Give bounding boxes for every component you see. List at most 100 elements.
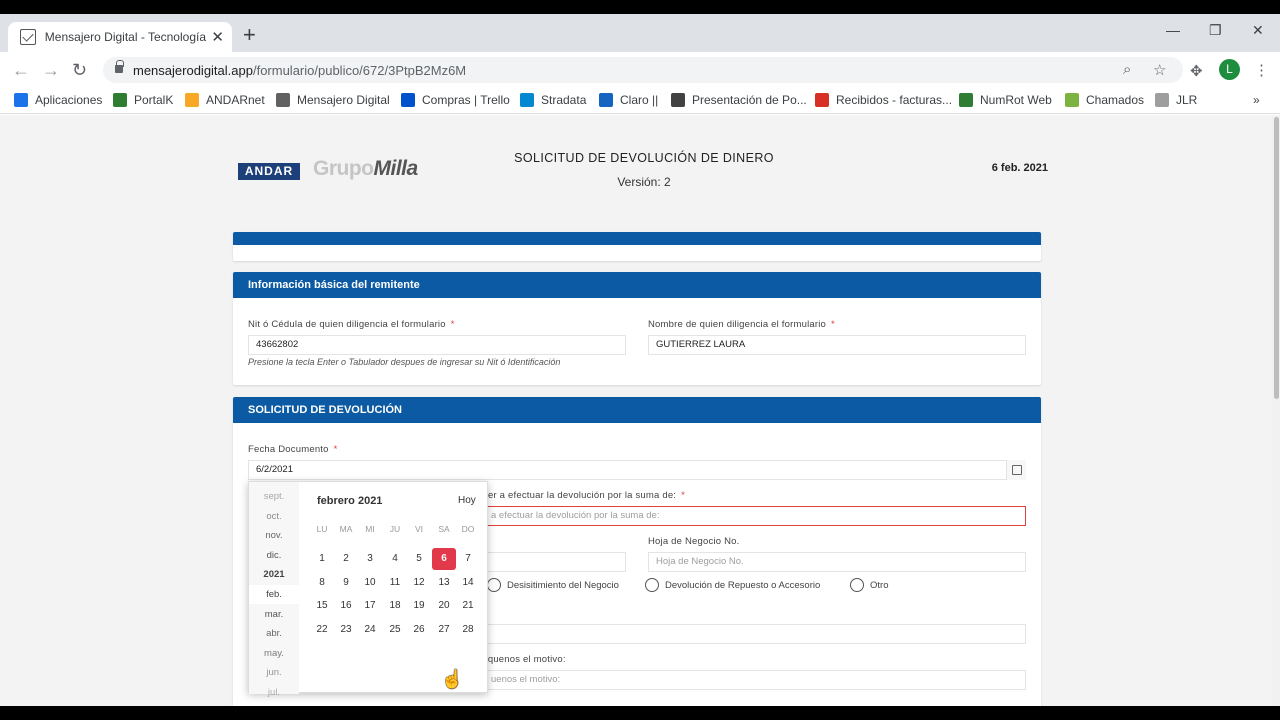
motivo-label: íquenos el motivo: bbox=[485, 654, 566, 665]
radio-otro[interactable]: Otro bbox=[850, 578, 888, 592]
bookmark-item[interactable]: Recibidos - facturas... bbox=[815, 93, 952, 107]
bookmark-item[interactable]: JLR bbox=[1155, 93, 1197, 107]
nombre-input[interactable]: GUTIERREZ LAURA bbox=[648, 335, 1026, 355]
calendar-day[interactable]: 14 bbox=[456, 572, 480, 594]
calendar-day[interactable]: 20 bbox=[432, 595, 456, 617]
datepicker-month-list[interactable]: sept. oct. nov. dic. 2021 feb. mar. abr. may. jun… bbox=[249, 482, 299, 698]
datepicker-month-item[interactable]: dic. bbox=[249, 546, 299, 565]
extensions-icon[interactable]: ✥ bbox=[1190, 62, 1203, 80]
calendar-day[interactable]: 7 bbox=[456, 548, 480, 570]
bookmark-item[interactable]: Chamados bbox=[1065, 93, 1144, 107]
bookmarks-more-icon[interactable]: » bbox=[1253, 93, 1260, 107]
fecha-label: Fecha Documento * bbox=[248, 444, 338, 455]
calendar-day[interactable]: 21 bbox=[456, 595, 480, 617]
datepicker-month-item[interactable]: feb. bbox=[249, 585, 299, 604]
scrollbar-thumb[interactable] bbox=[1274, 117, 1279, 399]
calendar-day[interactable]: 4 bbox=[383, 548, 407, 570]
bookmark-star-icon[interactable]: ☆ bbox=[1153, 61, 1166, 79]
calendar-day[interactable]: 9 bbox=[334, 572, 358, 594]
calendar-day[interactable]: 23 bbox=[334, 619, 358, 641]
radio-circle-icon[interactable] bbox=[487, 578, 501, 592]
otro-input[interactable] bbox=[483, 624, 1026, 644]
calendar-day[interactable]: 16 bbox=[334, 595, 358, 617]
bookmark-item[interactable]: PortalK bbox=[113, 93, 173, 107]
bookmark-label: Chamados bbox=[1086, 93, 1145, 107]
radio-repuesto[interactable]: Devolución de Repuesto o Accesorio bbox=[645, 578, 820, 592]
nit-label: Nit ó Cédula de quien diligencia el form… bbox=[248, 319, 455, 330]
calendar-day[interactable]: 10 bbox=[358, 572, 382, 594]
globe-icon bbox=[671, 93, 685, 107]
top-banner-card bbox=[233, 232, 1041, 261]
datepicker-month-item[interactable]: 2021 bbox=[249, 565, 299, 584]
url-text[interactable]: mensajerodigital.app/formulario/publico/… bbox=[133, 63, 466, 78]
calendar-day[interactable]: 24 bbox=[358, 619, 382, 641]
menu-kebab-icon[interactable]: ⋮ bbox=[1254, 61, 1269, 79]
datepicker-title[interactable]: febrero 2021 bbox=[317, 495, 382, 507]
datepicker-month-item[interactable]: jul. bbox=[249, 683, 299, 702]
datepicker-month-item[interactable]: abr. bbox=[249, 624, 299, 643]
calendar-day[interactable]: 1 bbox=[310, 548, 334, 570]
calendar-day[interactable]: 15 bbox=[310, 595, 334, 617]
bookmark-label: Presentación de Po... bbox=[692, 93, 807, 107]
calendar-day[interactable]: 6 bbox=[432, 548, 456, 570]
browser-tab[interactable]: Mensajero Digital - Tecnología C ✕ bbox=[8, 22, 232, 52]
devolucion-section-title: SOLICITUD DE DEVOLUCIÓN bbox=[233, 397, 1041, 423]
back-arrow-icon[interactable]: ← bbox=[12, 60, 30, 81]
reload-icon[interactable]: ↻ bbox=[72, 60, 87, 81]
datepicker-month-item[interactable]: may. bbox=[249, 644, 299, 663]
bookmark-item[interactable]: Stradata bbox=[520, 93, 586, 107]
radio-circle-icon[interactable] bbox=[850, 578, 864, 592]
calendar-day[interactable]: 19 bbox=[407, 595, 431, 617]
calendar-day[interactable]: 8 bbox=[310, 572, 334, 594]
bookmark-item[interactable]: Aplicaciones bbox=[14, 93, 102, 107]
motivo-input[interactable]: uenos el motivo: bbox=[483, 670, 1026, 690]
calendar-day[interactable]: 5 bbox=[407, 548, 431, 570]
tab-close-icon[interactable]: ✕ bbox=[211, 28, 224, 46]
calendar-day[interactable]: 28 bbox=[456, 619, 480, 641]
calendar-day[interactable]: 12 bbox=[407, 572, 431, 594]
calendar-day[interactable]: 22 bbox=[310, 619, 334, 641]
datepicker-month-item[interactable]: nov. bbox=[249, 526, 299, 545]
scrollbar[interactable] bbox=[1272, 115, 1280, 706]
calendar-icon[interactable] bbox=[1006, 460, 1026, 480]
calendar-day[interactable]: 18 bbox=[383, 595, 407, 617]
hoja-input[interactable]: Hoja de Negocio No. bbox=[648, 552, 1026, 572]
calendar-day[interactable]: 27 bbox=[432, 619, 456, 641]
calendar-day[interactable]: 3 bbox=[358, 548, 382, 570]
datepicker-today-button[interactable]: Hoy bbox=[458, 495, 476, 506]
avatar[interactable]: L bbox=[1219, 59, 1240, 80]
suma-input[interactable]: a efectuar la devolución por la suma de: bbox=[483, 506, 1026, 526]
minimize-button[interactable]: — bbox=[1166, 22, 1180, 38]
bookmark-item[interactable]: Compras | Trello bbox=[401, 93, 510, 107]
new-tab-button[interactable]: + bbox=[243, 23, 256, 47]
zoom-icon[interactable]: ⌕ bbox=[1123, 61, 1131, 78]
calendar-day[interactable]: 17 bbox=[358, 595, 382, 617]
address-bar[interactable]: mensajerodigital.app/formulario/publico/… bbox=[103, 57, 1183, 83]
bookmark-item[interactable]: Mensajero Digital bbox=[276, 93, 390, 107]
calendar-day[interactable]: 13 bbox=[432, 572, 456, 594]
bookmark-item[interactable]: Presentación de Po... bbox=[671, 93, 807, 107]
calendar-day[interactable]: 25 bbox=[383, 619, 407, 641]
forward-arrow-icon[interactable]: → bbox=[42, 60, 60, 81]
bookmark-item[interactable]: ANDARnet bbox=[185, 93, 265, 107]
calendar-day[interactable]: 11 bbox=[383, 572, 407, 594]
calendar-day[interactable]: 26 bbox=[407, 619, 431, 641]
suma-label-text: er a efectuar la devolución por la suma … bbox=[488, 490, 677, 501]
close-window-button[interactable]: ✕ bbox=[1252, 22, 1264, 39]
calendar-day[interactable]: 2 bbox=[334, 548, 358, 570]
radio-desistimiento[interactable]: Desisitimiento del Negocio bbox=[487, 578, 619, 592]
bookmark-item[interactable]: Claro || bbox=[599, 93, 658, 107]
radio-circle-icon[interactable] bbox=[645, 578, 659, 592]
datepicker-month-item[interactable]: jun. bbox=[249, 663, 299, 682]
fecha-input[interactable]: 6/2/2021 bbox=[248, 460, 1026, 480]
datepicker-month-item[interactable]: mar. bbox=[249, 605, 299, 624]
remitente-section-title: Información básica del remitente bbox=[233, 272, 1041, 298]
version-label: Versión: 2 bbox=[617, 175, 671, 189]
datepicker-month-item[interactable]: oct. bbox=[249, 507, 299, 526]
url-host: mensajerodigital.app bbox=[133, 62, 253, 78]
datepicker-month-item[interactable]: sept. bbox=[249, 487, 299, 506]
restore-button[interactable]: ❐ bbox=[1209, 22, 1222, 39]
nit-input[interactable]: 43662802 bbox=[248, 335, 626, 355]
partial-input[interactable] bbox=[483, 552, 626, 572]
bookmark-item[interactable]: NumRot Web bbox=[959, 93, 1052, 107]
